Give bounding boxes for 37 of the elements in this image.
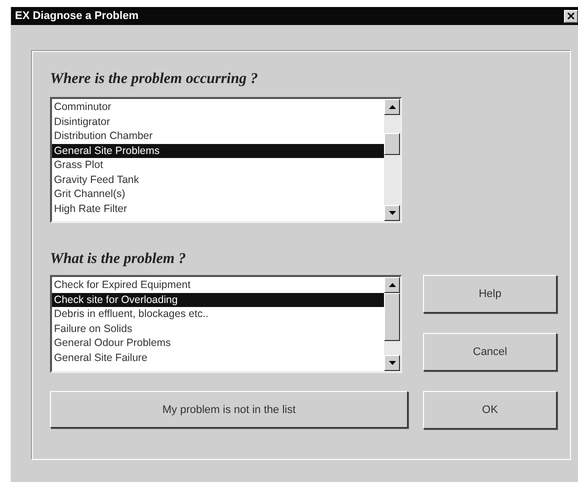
list-item[interactable]: General Site Problems <box>52 144 384 158</box>
help-button[interactable]: Help <box>423 275 557 313</box>
ok-button[interactable]: OK <box>423 391 557 429</box>
scroll-down-button[interactable] <box>384 355 400 371</box>
list-item[interactable]: General Site Failure <box>52 350 384 365</box>
not-listed-button[interactable]: My problem is not in the list <box>50 391 408 428</box>
list-item[interactable]: Comminutor <box>52 100 384 114</box>
list-item[interactable]: Gravity Feed Tank <box>52 172 384 187</box>
list-item[interactable]: General Odour Problems <box>52 336 384 350</box>
scroll-down-button[interactable] <box>384 205 400 221</box>
list-item[interactable]: Check site for Overloading <box>52 292 384 307</box>
list-item[interactable]: Distribution Chamber <box>52 129 384 144</box>
window-title: EX Diagnose a Problem <box>15 10 138 22</box>
list-item[interactable]: High Rate Filter <box>52 202 384 216</box>
cancel-button[interactable]: Cancel <box>423 333 557 371</box>
location-list[interactable]: Comminutor Disintigrator Distribution Chamber General Site Problems Grass Plot Gravity Feed Tank Grit Channel(s) High Rate Filter <box>50 97 402 223</box>
down-arrow-icon <box>388 211 396 215</box>
list-item[interactable]: Disintigrator <box>52 114 384 129</box>
section-heading: What is the problem ? <box>50 251 187 269</box>
down-arrow-icon <box>388 361 396 365</box>
problem-list[interactable]: Check for Expired Equipment Check site for Overloading Debris in effluent, blockages etc.. Failure on Solids General Odour Problems General Site Failure <box>50 275 402 373</box>
scroll-thumb[interactable] <box>384 133 400 155</box>
scrollbar[interactable] <box>384 277 400 371</box>
list-item[interactable]: Grass Plot <box>52 158 384 172</box>
up-arrow-icon <box>388 105 396 109</box>
list-item[interactable]: Grit Channel(s) <box>52 187 384 202</box>
list-item[interactable]: Debris in effluent, blockages etc.. <box>52 307 384 322</box>
up-arrow-icon <box>388 283 396 287</box>
close-button[interactable] <box>564 10 578 22</box>
section-heading: Where is the problem occurring ? <box>50 71 259 89</box>
scroll-up-button[interactable] <box>384 277 400 293</box>
scroll-up-button[interactable] <box>384 99 400 115</box>
close-icon <box>567 12 575 20</box>
scroll-thumb[interactable] <box>384 293 400 341</box>
scrollbar[interactable] <box>384 99 400 221</box>
list-item[interactable]: Failure on Solids <box>52 322 384 336</box>
list-item[interactable]: Check for Expired Equipment <box>52 278 384 292</box>
